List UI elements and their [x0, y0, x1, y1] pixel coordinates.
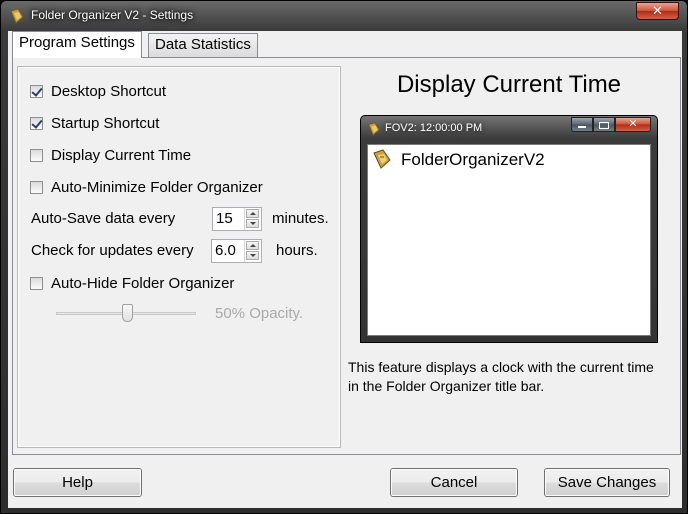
- check-updates-arrows: [244, 240, 261, 262]
- display-current-time-checkbox[interactable]: Display Current Time: [30, 145, 191, 165]
- checkbox-unchecked-icon: [30, 276, 43, 290]
- spin-down-icon[interactable]: [246, 219, 259, 228]
- opacity-slider-thumb[interactable]: [122, 304, 133, 322]
- check-updates-value: 6.0: [215, 242, 236, 259]
- preview-window: FOV2: 12:00:00 PM ✕ FolderOrganizerV2: [360, 115, 658, 343]
- auto-hide-checkbox[interactable]: Auto-Hide Folder Organizer: [30, 273, 234, 293]
- maximize-icon: [593, 117, 615, 132]
- preview-heading: Display Current Time: [396, 71, 622, 98]
- window-title: Folder Organizer V2 - Settings: [31, 8, 194, 22]
- check-updates-unit: hours.: [276, 242, 318, 259]
- auto-minimize-label: Auto-Minimize Folder Organizer: [51, 178, 263, 196]
- help-button[interactable]: Help: [13, 468, 142, 497]
- cancel-button[interactable]: Cancel: [390, 468, 518, 497]
- window-close-button[interactable]: ✕: [636, 2, 679, 20]
- folder-organizer-icon: [10, 8, 24, 24]
- folder-organizer-icon: [373, 149, 391, 169]
- window-client-area: Program Settings Data Statistics Desktop…: [8, 31, 682, 508]
- save-changes-button[interactable]: Save Changes: [544, 468, 670, 497]
- checkbox-unchecked-icon: [30, 180, 43, 194]
- opacity-label: 50% Opacity.: [215, 305, 304, 322]
- auto-save-unit: minutes.: [272, 210, 329, 227]
- check-updates-label: Check for updates every: [31, 242, 194, 259]
- settings-window: Folder Organizer V2 - Settings ✕ Program…: [0, 0, 688, 514]
- checkbox-checked-icon: [30, 84, 43, 98]
- display-current-time-label: Display Current Time: [51, 146, 192, 164]
- minimize-icon: [571, 117, 593, 132]
- preview-app-name: FolderOrganizerV2: [401, 150, 545, 169]
- folder-organizer-icon: [368, 122, 380, 136]
- auto-save-arrows: [244, 208, 261, 230]
- auto-save-stepper[interactable]: 15: [212, 207, 262, 231]
- desktop-shortcut-checkbox[interactable]: Desktop Shortcut: [30, 81, 166, 101]
- close-icon: ✕: [652, 3, 663, 18]
- auto-save-value: 15: [216, 210, 233, 227]
- startup-shortcut-label: Startup Shortcut: [51, 114, 160, 132]
- tab-program-settings[interactable]: Program Settings: [12, 31, 142, 58]
- auto-hide-label: Auto-Hide Folder Organizer: [51, 274, 235, 292]
- spin-up-icon[interactable]: [246, 209, 259, 218]
- check-updates-stepper[interactable]: 6.0: [211, 239, 262, 263]
- preview-window-title: FOV2: 12:00:00 PM: [385, 122, 483, 134]
- title-bar[interactable]: Folder Organizer V2 - Settings ✕: [1, 1, 687, 31]
- checkbox-unchecked-icon: [30, 148, 43, 162]
- tab-data-statistics[interactable]: Data Statistics: [148, 33, 258, 57]
- spin-down-icon[interactable]: [246, 251, 259, 260]
- startup-shortcut-checkbox[interactable]: Startup Shortcut: [30, 113, 159, 133]
- close-icon: ✕: [615, 117, 651, 132]
- feature-description: This feature displays a clock with the c…: [348, 359, 654, 394]
- preview-window-buttons: ✕: [571, 117, 651, 132]
- checkbox-checked-icon: [30, 116, 43, 130]
- preview-window-client: FolderOrganizerV2: [367, 144, 651, 336]
- desktop-shortcut-label: Desktop Shortcut: [51, 82, 167, 100]
- auto-save-label: Auto-Save data every: [31, 210, 176, 227]
- spin-up-icon[interactable]: [246, 241, 259, 250]
- auto-minimize-checkbox[interactable]: Auto-Minimize Folder Organizer: [30, 177, 263, 197]
